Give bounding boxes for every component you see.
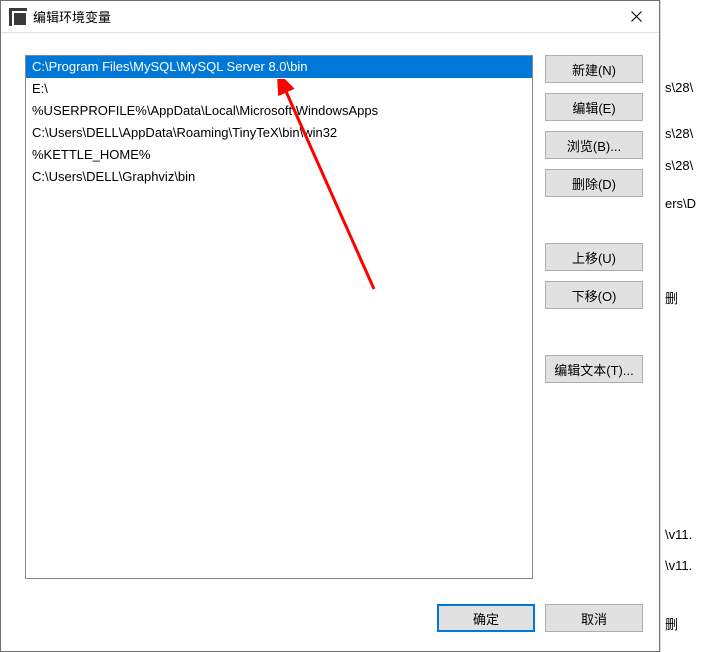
movedown-button[interactable]: 下移(O) <box>545 281 643 309</box>
moveup-button[interactable]: 上移(U) <box>545 243 643 271</box>
ok-button[interactable]: 确定 <box>437 604 535 632</box>
cancel-button[interactable]: 取消 <box>545 604 643 632</box>
bg-text: 删 <box>665 288 678 307</box>
app-icon <box>9 8 27 26</box>
edit-button[interactable]: 编辑(E) <box>545 93 643 121</box>
list-item[interactable]: %USERPROFILE%\AppData\Local\Microsoft\Wi… <box>26 100 532 122</box>
edit-text-button[interactable]: 编辑文本(T)... <box>545 355 643 383</box>
new-button[interactable]: 新建(N) <box>545 55 643 83</box>
list-item[interactable]: %KETTLE_HOME% <box>26 144 532 166</box>
bg-text: s\28\ <box>665 126 693 141</box>
bg-text: 删 <box>665 614 678 633</box>
bg-text: s\28\ <box>665 158 693 173</box>
background-window: s\28\ s\28\ s\28\ ers\D 删 \v11. \v11. 删 <box>660 0 720 652</box>
list-item[interactable]: C:\Program Files\MySQL\MySQL Server 8.0\… <box>26 56 532 78</box>
close-icon <box>631 11 642 22</box>
bg-text: \v11. <box>665 527 692 542</box>
list-item[interactable]: C:\Users\DELL\Graphviz\bin <box>26 166 532 188</box>
close-button[interactable] <box>613 1 659 33</box>
browse-button[interactable]: 浏览(B)... <box>545 131 643 159</box>
edit-environment-variable-dialog: 编辑环境变量 C:\Program Files\MySQL\MySQL Serv… <box>0 0 660 652</box>
bg-text: \v11. <box>665 558 692 573</box>
dialog-footer: 确定 取消 <box>1 601 659 651</box>
path-listbox[interactable]: C:\Program Files\MySQL\MySQL Server 8.0\… <box>25 55 533 579</box>
bg-text: ers\D <box>665 196 696 211</box>
list-item[interactable]: E:\ <box>26 78 532 100</box>
list-item[interactable]: C:\Users\DELL\AppData\Roaming\TinyTeX\bi… <box>26 122 532 144</box>
titlebar: 编辑环境变量 <box>1 1 659 33</box>
side-button-column: 新建(N) 编辑(E) 浏览(B)... 删除(D) 上移(U) 下移(O) 编… <box>545 55 643 591</box>
dialog-content: C:\Program Files\MySQL\MySQL Server 8.0\… <box>1 33 659 601</box>
delete-button[interactable]: 删除(D) <box>545 169 643 197</box>
bg-text: s\28\ <box>665 80 693 95</box>
dialog-title: 编辑环境变量 <box>33 7 613 26</box>
